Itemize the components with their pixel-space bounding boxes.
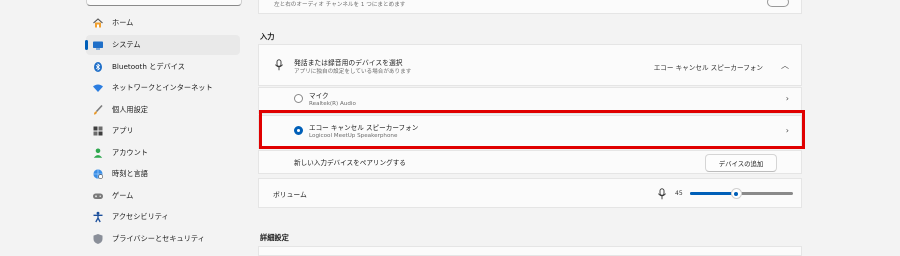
volume-slider-track[interactable]	[690, 188, 793, 199]
radio-mic[interactable]	[294, 94, 303, 103]
brush-icon	[93, 104, 103, 115]
sidebar-item-accessibility[interactable]: アクセシビリティ	[86, 207, 240, 227]
sidebar-item-accounts[interactable]: アカウント	[86, 143, 240, 163]
volume-slider-fill	[690, 192, 737, 195]
main-content: 左と右のオーディオ チャンネルを 1 つにまとめます 入力 発話または録音用のデ…	[258, 0, 802, 256]
microphone-icon	[275, 59, 283, 71]
sidebar-item-label: プライバシーとセキュリティ	[112, 234, 205, 243]
select-device-title: 発話または録音用のデバイスを選択	[294, 59, 403, 67]
device-name: エコー キャンセル スピーカーフォン	[309, 124, 419, 132]
device-detail: Realtek(R) Audio	[309, 101, 356, 107]
sidebar-item-privacy[interactable]: プライバシーとセキュリティ	[86, 229, 240, 249]
accessibility-icon	[93, 211, 103, 223]
volume-value: 45	[675, 190, 683, 197]
sidebar-item-label: アプリ	[112, 126, 134, 135]
selection-indicator	[85, 40, 88, 50]
input-device-option-speakerphone[interactable]: エコー キャンセル スピーカーフォン Logicool MeetUp Speak…	[258, 115, 802, 149]
search-input[interactable]	[86, 0, 242, 6]
mono-audio-card: 左と右のオーディオ チャンネルを 1 つにまとめます	[258, 0, 802, 14]
sidebar-item-bluetooth[interactable]: Bluetooth とデバイス	[86, 57, 240, 77]
chevron-right-icon[interactable]: ›	[786, 126, 789, 135]
sidebar-item-time-language[interactable]: 時刻と言語	[86, 164, 240, 184]
volume-slider-thumb[interactable]	[730, 188, 742, 199]
wifi-icon	[93, 84, 103, 92]
advanced-card	[258, 246, 802, 256]
sidebar-item-home[interactable]: ホーム	[86, 13, 240, 33]
globe-clock-icon	[93, 169, 103, 179]
sidebar-item-personalization[interactable]: 個人用設定	[86, 100, 240, 120]
apps-icon	[93, 126, 103, 136]
sidebar-item-label: Bluetooth とデバイス	[112, 62, 185, 71]
volume-card: ボリューム 45	[258, 178, 802, 208]
sidebar-item-label: ネットワークとインターネット	[112, 83, 213, 92]
account-icon	[93, 148, 103, 158]
device-detail: Logicool MeetUp Speakerphone	[309, 133, 398, 139]
sidebar-item-label: ホーム	[112, 18, 134, 27]
mono-audio-description: 左と右のオーディオ チャンネルを 1 つにまとめます	[274, 2, 406, 8]
volume-label: ボリューム	[273, 191, 307, 199]
pair-device-label: 新しい入力デバイスをペアリングする	[294, 159, 406, 167]
input-section-heading: 入力	[260, 32, 275, 41]
sidebar-item-gaming[interactable]: ゲーム	[86, 186, 240, 206]
select-input-device-card[interactable]: 発話または録音用のデバイスを選択 アプリに独自の設定をしている場合があります エ…	[258, 44, 802, 86]
bluetooth-icon	[94, 62, 102, 72]
shield-icon	[93, 234, 103, 244]
sidebar-item-label: ゲーム	[112, 191, 134, 200]
sidebar-item-apps[interactable]: アプリ	[86, 121, 240, 141]
sidebar-item-label: システム	[112, 40, 141, 49]
sidebar-item-label: アクセシビリティ	[112, 212, 169, 221]
microphone-icon[interactable]	[657, 188, 667, 200]
chevron-right-icon[interactable]: ›	[786, 94, 789, 103]
home-icon	[93, 18, 103, 28]
pair-input-device-row: 新しい入力デバイスをペアリングする デバイスの追加	[258, 150, 802, 174]
chevron-up-icon[interactable]: ︿	[781, 60, 789, 71]
advanced-section-heading: 詳細設定	[260, 233, 289, 242]
sidebar-item-label: 個人用設定	[112, 105, 148, 114]
sidebar: ホーム システム Bluetooth とデバイス ネットワークとインターネット …	[0, 0, 250, 250]
select-device-subtitle: アプリに独自の設定をしている場合があります	[294, 69, 412, 75]
sidebar-item-network[interactable]: ネットワークとインターネット	[86, 78, 240, 98]
device-name: マイク	[309, 92, 329, 100]
add-device-button[interactable]: デバイスの追加	[705, 154, 777, 172]
sidebar-item-label: 時刻と言語	[112, 169, 148, 178]
gamepad-icon	[93, 193, 103, 199]
selected-device-value: エコー キャンセル スピーカーフォン	[653, 64, 763, 72]
radio-speakerphone[interactable]	[294, 126, 303, 135]
mono-audio-toggle[interactable]	[767, 0, 789, 7]
sidebar-item-system[interactable]: システム	[85, 35, 240, 55]
input-device-option-mic[interactable]: マイク Realtek(R) Audio ›	[258, 87, 802, 114]
monitor-icon	[93, 41, 103, 50]
sidebar-item-label: アカウント	[112, 148, 148, 157]
